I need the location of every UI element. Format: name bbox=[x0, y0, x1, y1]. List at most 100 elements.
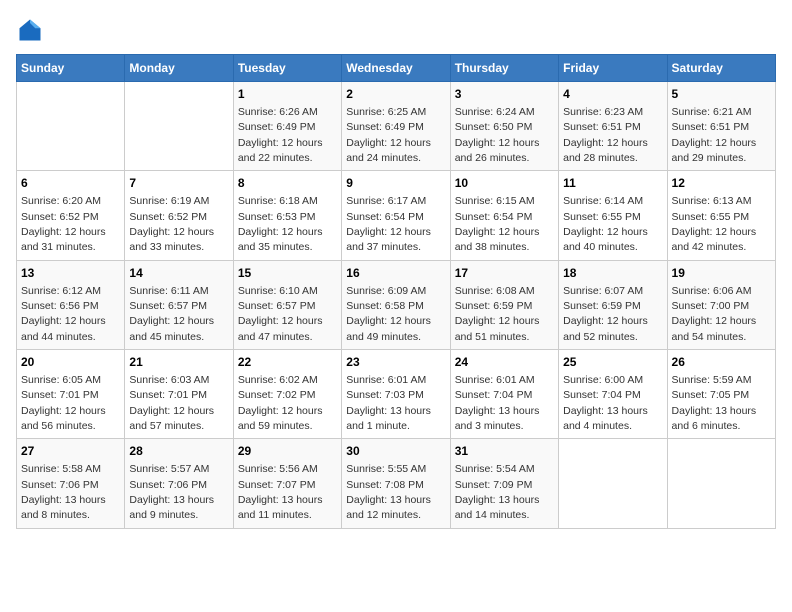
sunrise: Sunrise: 6:21 AM bbox=[672, 106, 752, 118]
sunrise: Sunrise: 6:19 AM bbox=[129, 195, 209, 207]
calendar-cell: 18 Sunrise: 6:07 AM Sunset: 6:59 PM Dayl… bbox=[559, 260, 667, 349]
sunrise: Sunrise: 6:25 AM bbox=[346, 106, 426, 118]
sunset: Sunset: 7:05 PM bbox=[672, 389, 750, 401]
sunrise: Sunrise: 6:11 AM bbox=[129, 285, 208, 297]
day-number: 30 bbox=[346, 443, 445, 460]
daylight: Daylight: 12 hours and 38 minutes. bbox=[455, 226, 540, 253]
daylight: Daylight: 13 hours and 9 minutes. bbox=[129, 494, 214, 521]
sunrise: Sunrise: 6:23 AM bbox=[563, 106, 643, 118]
daylight: Daylight: 12 hours and 40 minutes. bbox=[563, 226, 648, 253]
day-number: 12 bbox=[672, 175, 771, 192]
calendar-cell: 27 Sunrise: 5:58 AM Sunset: 7:06 PM Dayl… bbox=[17, 439, 125, 528]
sunset: Sunset: 7:03 PM bbox=[346, 389, 424, 401]
calendar-table: SundayMondayTuesdayWednesdayThursdayFrid… bbox=[16, 54, 776, 529]
daylight: Daylight: 12 hours and 26 minutes. bbox=[455, 137, 540, 164]
sunrise: Sunrise: 6:08 AM bbox=[455, 285, 535, 297]
sunset: Sunset: 7:07 PM bbox=[238, 479, 316, 491]
calendar-cell: 29 Sunrise: 5:56 AM Sunset: 7:07 PM Dayl… bbox=[233, 439, 341, 528]
calendar-cell: 1 Sunrise: 6:26 AM Sunset: 6:49 PM Dayli… bbox=[233, 82, 341, 171]
calendar-cell bbox=[17, 82, 125, 171]
sunrise: Sunrise: 5:58 AM bbox=[21, 463, 101, 475]
daylight: Daylight: 12 hours and 35 minutes. bbox=[238, 226, 323, 253]
daylight: Daylight: 13 hours and 3 minutes. bbox=[455, 405, 540, 432]
week-row-2: 6 Sunrise: 6:20 AM Sunset: 6:52 PM Dayli… bbox=[17, 171, 776, 260]
sunset: Sunset: 7:06 PM bbox=[21, 479, 99, 491]
week-row-4: 20 Sunrise: 6:05 AM Sunset: 7:01 PM Dayl… bbox=[17, 350, 776, 439]
day-number: 24 bbox=[455, 354, 554, 371]
sunrise: Sunrise: 6:00 AM bbox=[563, 374, 643, 386]
page-header bbox=[16, 16, 776, 44]
column-header-monday: Monday bbox=[125, 55, 233, 82]
sunrise: Sunrise: 6:18 AM bbox=[238, 195, 318, 207]
logo bbox=[16, 16, 48, 44]
calendar-cell: 13 Sunrise: 6:12 AM Sunset: 6:56 PM Dayl… bbox=[17, 260, 125, 349]
daylight: Daylight: 12 hours and 29 minutes. bbox=[672, 137, 757, 164]
calendar-cell bbox=[559, 439, 667, 528]
sunrise: Sunrise: 6:13 AM bbox=[672, 195, 752, 207]
day-number: 8 bbox=[238, 175, 337, 192]
calendar-header-row: SundayMondayTuesdayWednesdayThursdayFrid… bbox=[17, 55, 776, 82]
calendar-cell: 17 Sunrise: 6:08 AM Sunset: 6:59 PM Dayl… bbox=[450, 260, 558, 349]
daylight: Daylight: 12 hours and 22 minutes. bbox=[238, 137, 323, 164]
calendar-cell: 10 Sunrise: 6:15 AM Sunset: 6:54 PM Dayl… bbox=[450, 171, 558, 260]
sunset: Sunset: 6:54 PM bbox=[346, 211, 424, 223]
logo-icon bbox=[16, 16, 44, 44]
sunrise: Sunrise: 6:05 AM bbox=[21, 374, 101, 386]
calendar-cell: 14 Sunrise: 6:11 AM Sunset: 6:57 PM Dayl… bbox=[125, 260, 233, 349]
sunset: Sunset: 6:50 PM bbox=[455, 121, 533, 133]
calendar-cell: 23 Sunrise: 6:01 AM Sunset: 7:03 PM Dayl… bbox=[342, 350, 450, 439]
calendar-cell: 6 Sunrise: 6:20 AM Sunset: 6:52 PM Dayli… bbox=[17, 171, 125, 260]
sunset: Sunset: 7:04 PM bbox=[563, 389, 641, 401]
sunset: Sunset: 7:00 PM bbox=[672, 300, 750, 312]
sunset: Sunset: 6:55 PM bbox=[563, 211, 641, 223]
sunset: Sunset: 7:08 PM bbox=[346, 479, 424, 491]
sunset: Sunset: 7:06 PM bbox=[129, 479, 207, 491]
sunset: Sunset: 6:53 PM bbox=[238, 211, 316, 223]
day-number: 25 bbox=[563, 354, 662, 371]
day-number: 1 bbox=[238, 86, 337, 103]
day-number: 27 bbox=[21, 443, 120, 460]
sunset: Sunset: 6:51 PM bbox=[563, 121, 641, 133]
week-row-1: 1 Sunrise: 6:26 AM Sunset: 6:49 PM Dayli… bbox=[17, 82, 776, 171]
day-number: 6 bbox=[21, 175, 120, 192]
calendar-cell: 19 Sunrise: 6:06 AM Sunset: 7:00 PM Dayl… bbox=[667, 260, 775, 349]
sunset: Sunset: 6:49 PM bbox=[238, 121, 316, 133]
daylight: Daylight: 12 hours and 28 minutes. bbox=[563, 137, 648, 164]
calendar-cell: 28 Sunrise: 5:57 AM Sunset: 7:06 PM Dayl… bbox=[125, 439, 233, 528]
sunset: Sunset: 6:59 PM bbox=[455, 300, 533, 312]
day-number: 9 bbox=[346, 175, 445, 192]
sunset: Sunset: 7:01 PM bbox=[21, 389, 99, 401]
daylight: Daylight: 12 hours and 57 minutes. bbox=[129, 405, 214, 432]
sunset: Sunset: 6:56 PM bbox=[21, 300, 99, 312]
sunset: Sunset: 6:57 PM bbox=[238, 300, 316, 312]
daylight: Daylight: 12 hours and 47 minutes. bbox=[238, 315, 323, 342]
daylight: Daylight: 13 hours and 6 minutes. bbox=[672, 405, 757, 432]
day-number: 19 bbox=[672, 265, 771, 282]
calendar-cell: 4 Sunrise: 6:23 AM Sunset: 6:51 PM Dayli… bbox=[559, 82, 667, 171]
daylight: Daylight: 12 hours and 45 minutes. bbox=[129, 315, 214, 342]
sunset: Sunset: 7:09 PM bbox=[455, 479, 533, 491]
sunrise: Sunrise: 6:15 AM bbox=[455, 195, 535, 207]
sunrise: Sunrise: 6:10 AM bbox=[238, 285, 318, 297]
sunrise: Sunrise: 6:06 AM bbox=[672, 285, 752, 297]
sunset: Sunset: 6:58 PM bbox=[346, 300, 424, 312]
calendar-cell: 22 Sunrise: 6:02 AM Sunset: 7:02 PM Dayl… bbox=[233, 350, 341, 439]
calendar-cell: 25 Sunrise: 6:00 AM Sunset: 7:04 PM Dayl… bbox=[559, 350, 667, 439]
daylight: Daylight: 12 hours and 56 minutes. bbox=[21, 405, 106, 432]
sunrise: Sunrise: 5:56 AM bbox=[238, 463, 318, 475]
daylight: Daylight: 12 hours and 59 minutes. bbox=[238, 405, 323, 432]
sunrise: Sunrise: 6:02 AM bbox=[238, 374, 318, 386]
calendar-cell: 16 Sunrise: 6:09 AM Sunset: 6:58 PM Dayl… bbox=[342, 260, 450, 349]
sunset: Sunset: 6:52 PM bbox=[129, 211, 207, 223]
sunset: Sunset: 6:51 PM bbox=[672, 121, 750, 133]
day-number: 17 bbox=[455, 265, 554, 282]
sunrise: Sunrise: 6:07 AM bbox=[563, 285, 643, 297]
sunset: Sunset: 6:52 PM bbox=[21, 211, 99, 223]
day-number: 13 bbox=[21, 265, 120, 282]
day-number: 23 bbox=[346, 354, 445, 371]
daylight: Daylight: 12 hours and 31 minutes. bbox=[21, 226, 106, 253]
calendar-cell: 20 Sunrise: 6:05 AM Sunset: 7:01 PM Dayl… bbox=[17, 350, 125, 439]
daylight: Daylight: 13 hours and 12 minutes. bbox=[346, 494, 431, 521]
calendar-cell: 2 Sunrise: 6:25 AM Sunset: 6:49 PM Dayli… bbox=[342, 82, 450, 171]
day-number: 29 bbox=[238, 443, 337, 460]
